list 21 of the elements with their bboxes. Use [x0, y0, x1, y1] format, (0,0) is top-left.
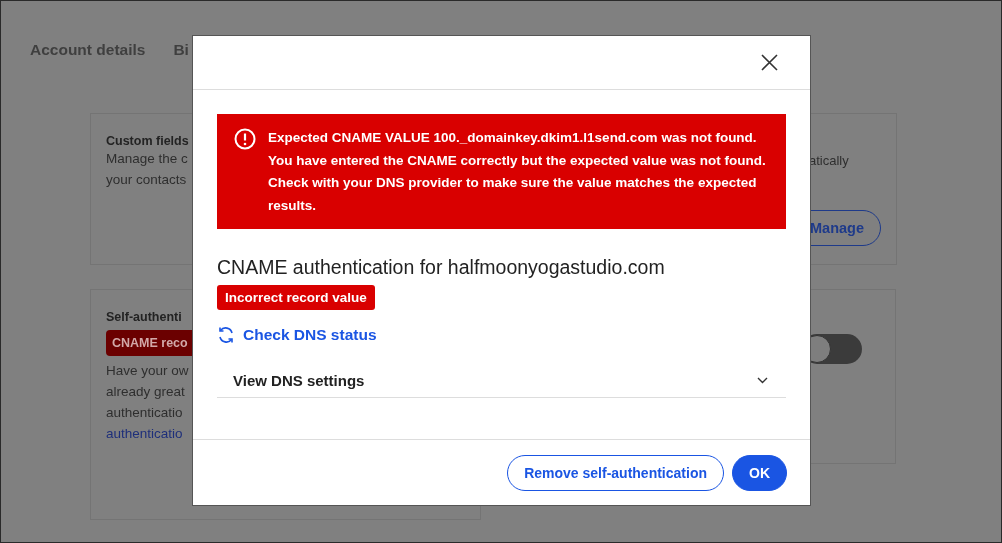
card-text: Have your ow: [106, 362, 189, 380]
chevron-icon: [757, 377, 768, 384]
status-badge: Incorrect record value: [217, 285, 375, 310]
status-badge: CNAME reco: [106, 330, 194, 356]
card-title: Self-authenti: [106, 310, 182, 324]
error-message: Expected CNAME VALUE 100._domainkey.dkim1.l1send.com was not found. You have entered the CNAME correctly but the expected value was not found. Check with your DNS provider to make sure the value matches the expected results.: [268, 129, 767, 215]
card-text: atically: [809, 152, 849, 170]
card-text: your contacts: [106, 171, 187, 189]
remove-button[interactable]: Remove self-authentication: [507, 454, 724, 491]
ok-button[interactable]: OK: [732, 454, 787, 491]
card-title: Custom fields: [106, 134, 189, 148]
check-dns-link[interactable]: Check DNS status: [217, 326, 377, 344]
warning-icon: [234, 128, 256, 150]
close-icon[interactable]: [761, 54, 778, 71]
dns-settings-expander[interactable]: View DNS settings: [217, 366, 786, 398]
card-text: authenticatio: [106, 404, 183, 422]
card-text: Manage the c: [106, 150, 188, 168]
refresh-icon: [217, 326, 235, 344]
help-link[interactable]: authenticatio: [106, 423, 183, 444]
card-text: already great: [106, 383, 185, 401]
dialog-title: CNAME authentication for halfmoonyogastudio.com: [217, 256, 666, 279]
